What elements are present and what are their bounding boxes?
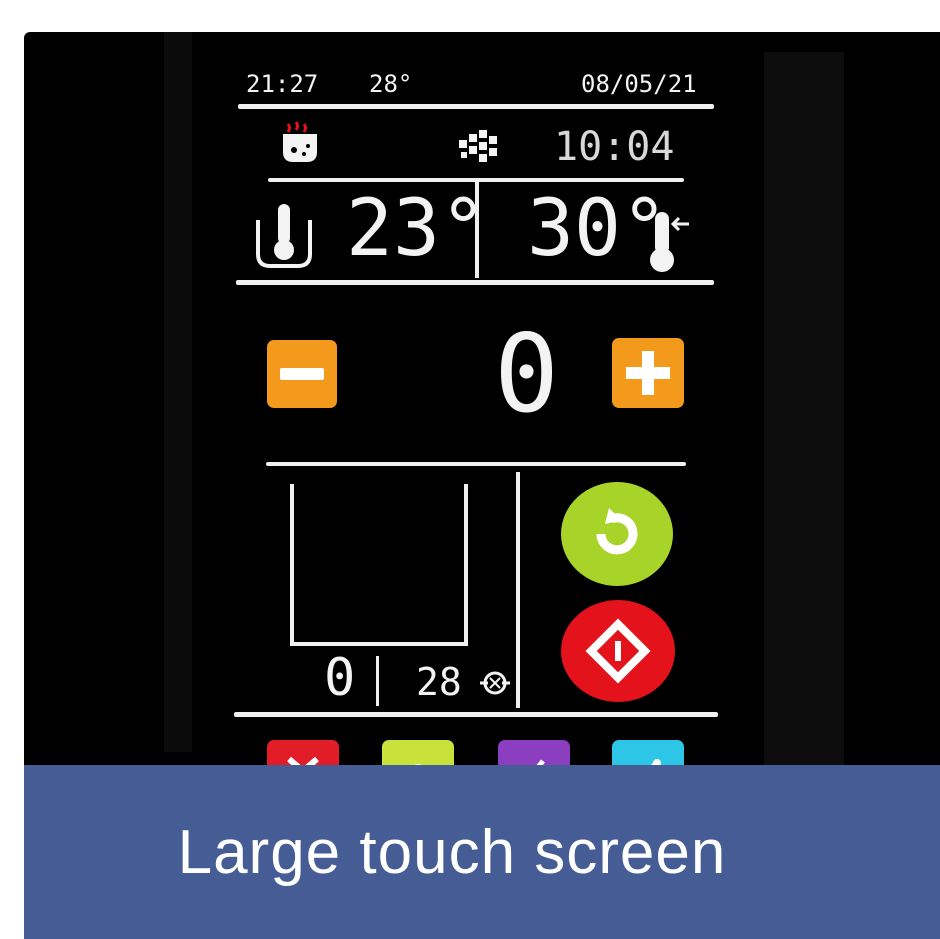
water-thermometer-icon [254,200,314,270]
target-icon [480,668,510,698]
fan-pattern-icon [457,130,501,164]
decrease-button[interactable] [267,340,337,408]
divider-top [238,104,714,109]
air-thermometer-icon [649,210,695,274]
current-date: 08/05/21 [581,70,697,98]
sauna-heating-icon [280,120,320,164]
current-temperature: 23° [346,184,487,274]
program-divider [516,472,520,708]
program-preview-frame [290,484,468,646]
caption-text: Large touch screen [177,817,727,887]
program-duration: 28 [416,660,462,704]
divider-temperature [236,280,714,285]
session-timer: 10:04 [554,124,675,170]
temperature-divider [475,182,479,278]
increase-button[interactable] [612,338,684,408]
program-number: 0 [324,648,356,708]
stop-diamond-icon [585,618,651,684]
target-temperature: 30° [527,184,668,274]
plus-icon [626,351,670,395]
clock-time: 21:27 [246,70,319,98]
outdoor-temperature: 28° [369,70,413,98]
program-number-divider [376,656,379,706]
setpoint-value: 0 [494,312,560,437]
minus-icon [280,368,324,380]
bezel-left [164,32,192,752]
refresh-icon [596,508,638,555]
caption-bar: Large touch screen [24,765,940,939]
refresh-button[interactable] [561,482,673,586]
bezel-right [764,52,844,792]
divider-bottom [234,712,718,717]
stop-button[interactable] [561,600,675,702]
divider-setpoint [266,462,686,466]
